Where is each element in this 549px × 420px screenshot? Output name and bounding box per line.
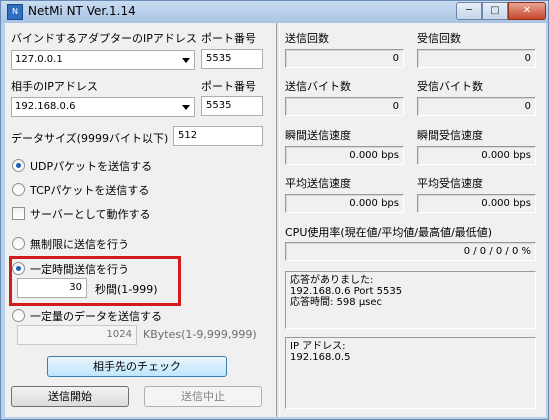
dropdown-arrow-icon [182,58,190,63]
recv-count-label: 受信回数 [417,32,461,45]
remote-ip-label: 相手のIPアドレス [11,80,98,93]
bind-ip-value: 127.0.0.1 [15,54,63,65]
data-size-input[interactable]: 512 [173,126,263,146]
amount-input[interactable]: 1024 [17,325,137,345]
recv-count-value: 0 [417,49,536,68]
udp-label: UDPパケットを送信する [30,160,153,173]
avg-recv-label: 平均受信速度 [417,177,483,190]
radio-selected-icon [12,159,25,172]
minimize-button[interactable]: ─ [456,2,482,20]
unlimited-label: 無制限に送信を行う [30,238,129,251]
app-icon: N [7,4,23,20]
tcp-radio[interactable]: TCPパケットを送信する [12,181,232,197]
radio-selected-icon [12,262,25,275]
remote-port-input[interactable]: 5535 [201,96,263,116]
check-remote-button[interactable]: 相手先のチェック [47,356,227,377]
ip-address-info-box: IP アドレス: 192.168.0.5 [285,337,536,409]
window-title: NetMi NT Ver.1.14 [28,4,136,18]
recv-bytes-label: 受信バイト数 [417,80,483,93]
amount-unit-label: KBytes(1-9,999,999) [143,328,257,341]
cpu-usage-value: 0 / 0 / 0 / 0 % [285,242,536,261]
avg-send-value: 0.000 bps [285,194,404,213]
cpu-usage-label: CPU使用率(現在値/平均値/最高値/最低値) [285,226,493,239]
send-bytes-value: 0 [285,97,404,116]
stop-send-button[interactable]: 送信中止 [144,386,262,407]
bind-adapter-label: バインドするアダプターのIPアドレス [11,32,197,45]
dropdown-arrow-icon [182,105,190,110]
send-count-value: 0 [285,49,404,68]
app-window: N NetMi NT Ver.1.14 ─ □ ✕ バインドするアダプターのIP… [0,0,549,420]
response-info-box: 応答がありました: 192.168.0.6 Port 5535 応答時間: 59… [285,271,536,329]
start-send-button[interactable]: 送信開始 [11,386,129,407]
bind-ip-combo[interactable]: 127.0.0.1 [11,50,195,70]
client-area: バインドするアダプターのIPアドレス ポート番号 127.0.0.1 5535 … [5,23,546,417]
title-bar[interactable]: N NetMi NT Ver.1.14 ─ □ ✕ [1,1,548,23]
timed-label: 一定時間送信を行う [30,263,129,276]
remote-port-label: ポート番号 [201,80,256,93]
udp-radio[interactable]: UDPパケットを送信する [12,157,232,173]
avg-send-label: 平均送信速度 [285,177,351,190]
amount-label: 一定量のデータを送信する [30,310,162,323]
inst-send-label: 瞬間送信速度 [285,129,351,142]
timed-radio[interactable]: 一定時間送信を行う [12,260,177,276]
bind-port-label: ポート番号 [201,32,256,45]
checkbox-icon [12,207,25,220]
data-size-label: データサイズ(9999バイト以下) [11,132,169,145]
close-button[interactable]: ✕ [508,2,546,20]
amount-radio[interactable]: 一定量のデータを送信する [12,307,232,323]
unlimited-radio[interactable]: 無制限に送信を行う [12,235,232,251]
radio-icon [12,237,25,250]
remote-ip-value: 192.168.0.6 [15,101,76,112]
timed-unit-label: 秒間(1-999) [95,283,158,296]
inst-recv-value: 0.000 bps [417,146,536,165]
send-bytes-label: 送信バイト数 [285,80,351,93]
remote-ip-combo[interactable]: 192.168.0.6 [11,97,195,117]
inst-recv-label: 瞬間受信速度 [417,129,483,142]
maximize-button[interactable]: □ [482,2,508,20]
tcp-label: TCPパケットを送信する [30,184,150,197]
inst-send-value: 0.000 bps [285,146,404,165]
server-checkbox[interactable]: サーバーとして動作する [12,205,232,221]
recv-bytes-value: 0 [417,97,536,116]
server-label: サーバーとして動作する [30,208,151,221]
timed-seconds-input[interactable]: 30 [17,278,87,298]
avg-recv-value: 0.000 bps [417,194,536,213]
bind-port-input[interactable]: 5535 [201,49,263,69]
radio-icon [12,309,25,322]
send-count-label: 送信回数 [285,32,329,45]
radio-icon [12,183,25,196]
panel-divider[interactable] [276,23,280,417]
